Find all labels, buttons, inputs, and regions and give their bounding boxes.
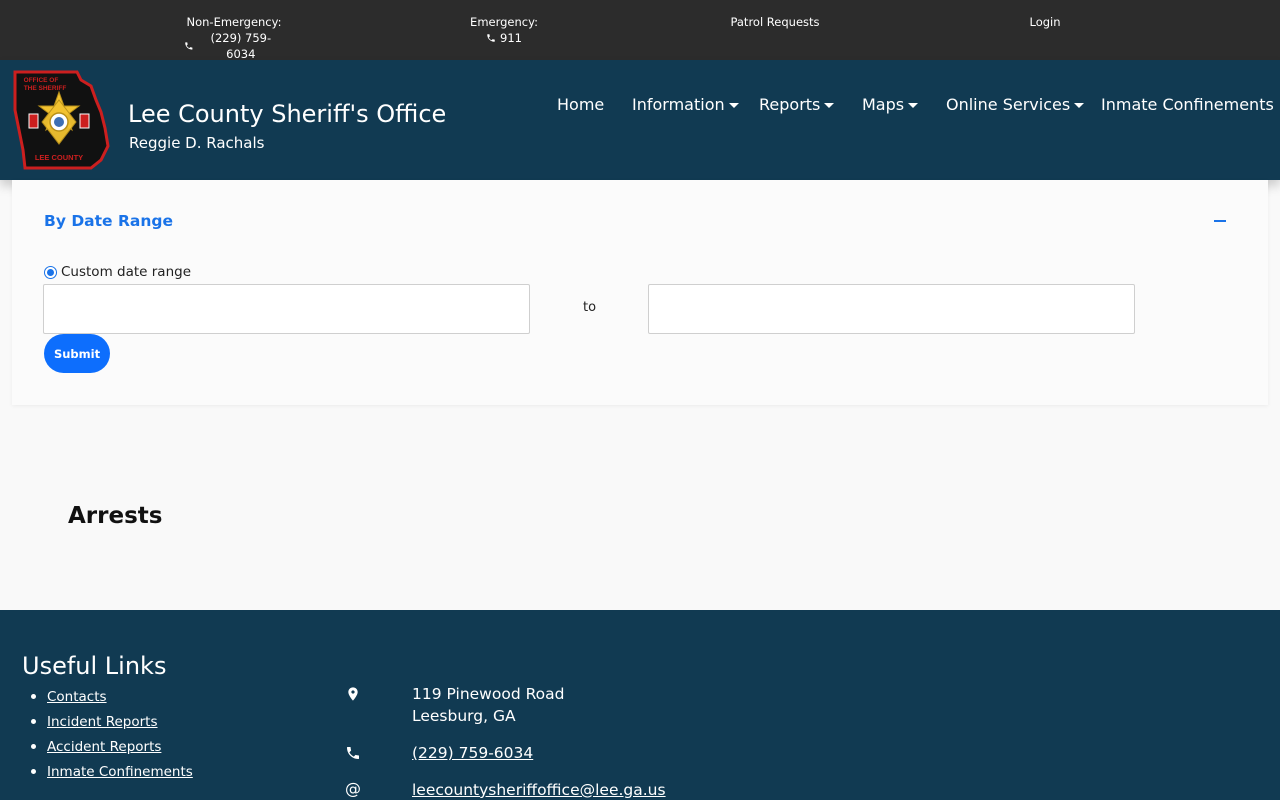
collapse-button[interactable] (1212, 210, 1228, 230)
svg-text:THE SHERIFF: THE SHERIFF (24, 85, 67, 92)
nav-label: Maps (862, 95, 905, 114)
footer-phone-link[interactable]: (229) 759-6034 (412, 744, 533, 762)
footer-link-accident-reports[interactable]: Accident Reports (47, 739, 161, 755)
svg-text:LEE COUNTY: LEE COUNTY (35, 153, 83, 162)
emergency-label: Emergency: (470, 15, 538, 29)
list-item: Incident Reports (31, 713, 193, 738)
address-line-2: Leesburg, GA (412, 707, 516, 725)
list-item: Contacts (31, 688, 193, 713)
emergency-contact: Emergency: 911 (464, 14, 544, 46)
useful-links-list: Contacts Incident Reports Accident Repor… (31, 688, 193, 788)
caret-down-icon (1074, 102, 1085, 108)
nav-home[interactable]: Home (557, 95, 604, 114)
nav-maps[interactable]: Maps (862, 95, 919, 114)
custom-date-range-option[interactable]: Custom date range (44, 264, 191, 280)
date-range-panel: By Date Range Custom date range to Submi… (12, 180, 1268, 405)
footer-link-inmate-confinements[interactable]: Inmate Confinements (47, 764, 193, 780)
start-date-input[interactable] (43, 284, 530, 334)
nav-reports[interactable]: Reports (759, 95, 835, 114)
end-date-input[interactable] (648, 284, 1135, 334)
footer-link-incident-reports[interactable]: Incident Reports (47, 714, 158, 730)
footer-link-contacts[interactable]: Contacts (47, 689, 107, 705)
phone-icon (347, 747, 359, 759)
footer-email-link[interactable]: leecountysheriffoffice@lee.ga.us (412, 781, 666, 799)
radio-label: Custom date range (61, 264, 191, 280)
site-footer: Useful Links Contacts Incident Reports A… (0, 610, 1280, 800)
main-nav: Home Information Reports Maps Online Ser… (0, 95, 1280, 117)
nav-label: Online Services (946, 95, 1071, 114)
list-item: Inmate Confinements (31, 763, 193, 788)
patrol-requests-link[interactable]: Patrol Requests (730, 15, 819, 29)
login-link[interactable]: Login (1029, 15, 1060, 29)
section-heading: Arrests (68, 503, 163, 529)
nav-label: Information (632, 95, 725, 114)
sheriff-badge-logo[interactable]: OFFICE OF THE SHERIFF LEE COUNTY (11, 70, 111, 170)
caret-down-icon (824, 102, 835, 108)
nav-online-services[interactable]: Online Services (946, 95, 1085, 114)
to-label: to (583, 300, 597, 315)
top-utility-bar: Non-Emergency: (229) 759-6034 Emergency:… (0, 0, 1280, 62)
non-emergency-contact: Non-Emergency: (229) 759-6034 (184, 14, 284, 62)
site-header: OFFICE OF THE SHERIFF LEE COUNTY Lee Cou… (0, 60, 1280, 180)
custom-date-range-radio[interactable] (44, 265, 57, 279)
minus-icon (1214, 220, 1226, 222)
nav-information[interactable]: Information (632, 95, 739, 114)
nav-label: Reports (759, 95, 821, 114)
list-item: Accident Reports (31, 738, 193, 763)
at-sign-icon: @ (345, 779, 361, 798)
caret-down-icon (908, 102, 919, 108)
map-pin-icon (348, 687, 358, 701)
panel-title[interactable]: By Date Range (44, 212, 173, 230)
nav-label: Home (557, 95, 605, 114)
footer-address: 119 Pinewood Road Leesburg, GA (412, 683, 565, 727)
caret-down-icon (728, 102, 739, 108)
non-emergency-phone-link[interactable]: (229) 759-6034 (198, 30, 284, 62)
nav-label: Inmate Confinements (1101, 95, 1274, 114)
non-emergency-label: Non-Emergency: (186, 15, 282, 29)
address-line-1: 119 Pinewood Road (412, 685, 565, 703)
svg-text:OFFICE OF: OFFICE OF (24, 77, 59, 84)
submit-button[interactable]: Submit (44, 334, 110, 373)
emergency-phone-link[interactable]: 911 (500, 30, 522, 46)
nav-inmate-confinements[interactable]: Inmate Confinements (1101, 95, 1274, 114)
phone-icon (487, 34, 495, 42)
phone-icon (185, 42, 193, 50)
footer-title: Useful Links (22, 652, 167, 680)
site-subtitle: Reggie D. Rachals (129, 134, 265, 152)
